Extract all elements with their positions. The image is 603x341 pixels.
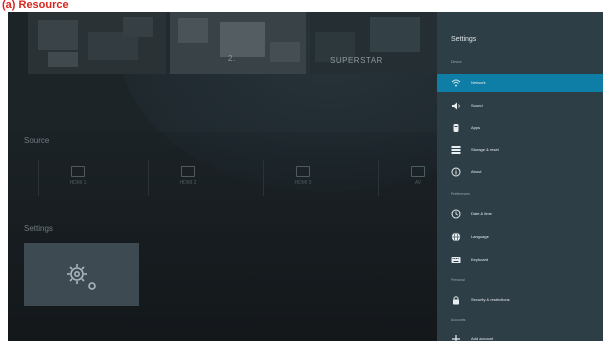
settings-item-date-time[interactable]: Date & time [437,205,603,223]
settings-item-label: Security & restrictions [471,297,510,302]
settings-panel: Settings Device Network Sound Apps Stora… [437,12,603,341]
settings-panel-header: Settings [437,12,603,56]
settings-tile[interactable] [24,243,139,306]
source-row: HDMI 1 HDMI 2 HDMI 3 AV [28,160,438,196]
category-device: Device [451,60,462,64]
clock-icon [451,209,461,219]
settings-item-label: Network [471,80,486,85]
category-personal: Personal [451,278,465,282]
settings-item-label: Add account [471,336,494,341]
category-accounts: Accounts [451,318,466,322]
settings-item-label: About [471,169,482,174]
source-item-hdmi3[interactable]: HDMI 3 [263,160,342,196]
lock-icon [453,296,459,305]
tv-input-icon [411,166,425,177]
settings-item-about[interactable]: About [437,163,603,181]
speaker-icon [452,102,460,110]
settings-item-label: Apps [471,125,481,130]
banner-2-image [170,12,306,74]
content-banner-3[interactable]: SUPERSTAR [310,12,438,74]
gear-icon [67,264,96,290]
settings-section-title: Settings [24,224,53,233]
wifi-icon [451,79,461,87]
settings-item-apps[interactable]: Apps [437,119,603,137]
tv-input-icon [296,166,310,177]
settings-item-security[interactable]: Security & restrictions [437,291,603,309]
globe-icon [451,232,461,242]
settings-item-add-account[interactable]: Add account [437,330,603,341]
settings-item-label: Language [471,234,489,239]
source-section-title: Source [24,136,50,145]
settings-item-label: Sound [471,103,483,108]
figure-label: (a) Resource [2,0,69,11]
banner-1-image [28,12,166,74]
settings-item-storage[interactable]: Storage & reset [437,141,603,159]
settings-item-keyboard[interactable]: Keyboard [437,251,603,269]
banner-3-caption: SUPERSTAR [330,56,383,65]
settings-panel-title: Settings [451,36,477,43]
keyboard-icon [451,257,461,263]
source-item-label: HDMI 1 [69,180,87,186]
settings-item-label: Date & time [471,211,492,216]
plus-icon [452,335,460,341]
content-banner-2[interactable]: 2. [170,12,306,74]
source-item-label: HDMI 2 [179,180,197,186]
settings-item-label: Keyboard [471,257,489,262]
source-item-label: HDMI 3 [294,180,312,186]
settings-item-sound[interactable]: Sound [437,97,603,115]
settings-item-language[interactable]: Language [437,228,603,246]
apps-icon [453,124,459,132]
tv-input-icon [71,166,85,177]
category-preferences: Preferences [451,192,470,196]
settings-item-label: Storage & reset [471,147,499,152]
banner-2-caption: 2. [228,54,236,63]
source-item-hdmi1[interactable]: HDMI 1 [38,160,117,196]
source-item-hdmi2[interactable]: HDMI 2 [148,160,227,196]
settings-item-network[interactable]: Network [437,74,603,92]
storage-icon [451,146,461,154]
info-icon [451,167,461,177]
content-banner-1[interactable] [28,12,166,74]
tv-input-icon [181,166,195,177]
